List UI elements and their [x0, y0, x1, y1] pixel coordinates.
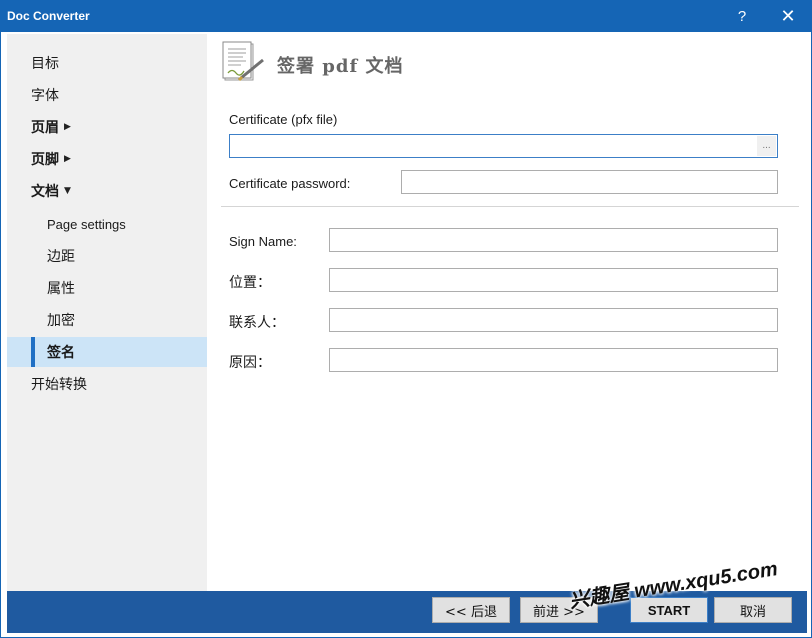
- password-field[interactable]: [401, 170, 778, 194]
- sidebar-item-start-conversion[interactable]: 开始转换: [7, 369, 207, 399]
- start-button[interactable]: START: [630, 597, 708, 623]
- sidebar-item-label: Page settings: [47, 216, 126, 232]
- caret-down-icon: ▼: [64, 186, 71, 196]
- next-button[interactable]: 前进 >>: [520, 597, 598, 623]
- sidebar-item-label: 页脚: [31, 152, 59, 168]
- sidebar-item-page-settings[interactable]: Page settings: [7, 209, 207, 239]
- sidebar-item-target[interactable]: 目标: [7, 48, 207, 78]
- dialog-window: 目标 字体 页眉 ▶ 页脚 ▶ 文档 ▼ Page settings 边距 属性…: [0, 32, 812, 638]
- contact-field[interactable]: [329, 308, 778, 332]
- window-title: Doc Converter: [7, 9, 90, 23]
- sidebar-item-label: 加密: [47, 313, 75, 329]
- sidebar-item-label: 文档: [31, 184, 59, 200]
- sidebar-item-signature[interactable]: 签名: [7, 337, 207, 367]
- close-button[interactable]: ✕: [766, 0, 810, 32]
- sidebar-item-header[interactable]: 页眉 ▶: [7, 112, 207, 142]
- password-label: Certificate password:: [229, 176, 351, 191]
- sidebar-item-document[interactable]: 文档 ▼: [7, 176, 207, 206]
- help-button[interactable]: ?: [720, 0, 764, 32]
- sidebar-item-margins[interactable]: 边距: [7, 241, 207, 271]
- sidebar-item-label: 属性: [47, 281, 75, 297]
- main-panel: 签署 pdf 文档 Certificate (pfx file) ... Cer…: [207, 32, 811, 591]
- cancel-button[interactable]: 取消: [714, 597, 792, 623]
- sidebar-item-properties[interactable]: 属性: [7, 273, 207, 303]
- sidebar-item-label: 边距: [47, 249, 75, 265]
- sidebar-item-label: 签名: [47, 345, 75, 361]
- sidebar-item-label: 目标: [31, 56, 59, 72]
- caret-right-icon: ▶: [64, 154, 71, 164]
- signed-document-icon: [222, 41, 264, 82]
- sign-name-label: Sign Name:: [229, 234, 297, 249]
- title-bar: Doc Converter ? ✕: [0, 0, 812, 32]
- sidebar-item-encryption[interactable]: 加密: [7, 305, 207, 335]
- sidebar-item-label: 开始转换: [31, 377, 87, 393]
- back-button[interactable]: << 后退: [432, 597, 510, 623]
- certificate-label: Certificate (pfx file): [229, 112, 338, 127]
- browse-button[interactable]: ...: [757, 136, 776, 156]
- sidebar-item-footer[interactable]: 页脚 ▶: [7, 144, 207, 174]
- sidebar: 目标 字体 页眉 ▶ 页脚 ▶ 文档 ▼ Page settings 边距 属性…: [7, 34, 207, 591]
- divider: [221, 206, 799, 207]
- location-label: 位置：: [229, 275, 271, 291]
- certificate-field[interactable]: ...: [229, 134, 778, 158]
- location-field[interactable]: [329, 268, 778, 292]
- sidebar-item-label: 字体: [31, 88, 59, 104]
- bottom-button-bar: << 后退 前进 >> START 取消: [7, 591, 807, 633]
- reason-label: 原因：: [229, 355, 271, 371]
- sign-name-field[interactable]: [329, 228, 778, 252]
- sidebar-item-label: 页眉: [31, 120, 59, 136]
- page-title: 签署 pdf 文档: [277, 56, 404, 77]
- reason-field[interactable]: [329, 348, 778, 372]
- caret-right-icon: ▶: [64, 122, 71, 132]
- contact-label: 联系人：: [229, 315, 285, 331]
- sidebar-item-font[interactable]: 字体: [7, 80, 207, 110]
